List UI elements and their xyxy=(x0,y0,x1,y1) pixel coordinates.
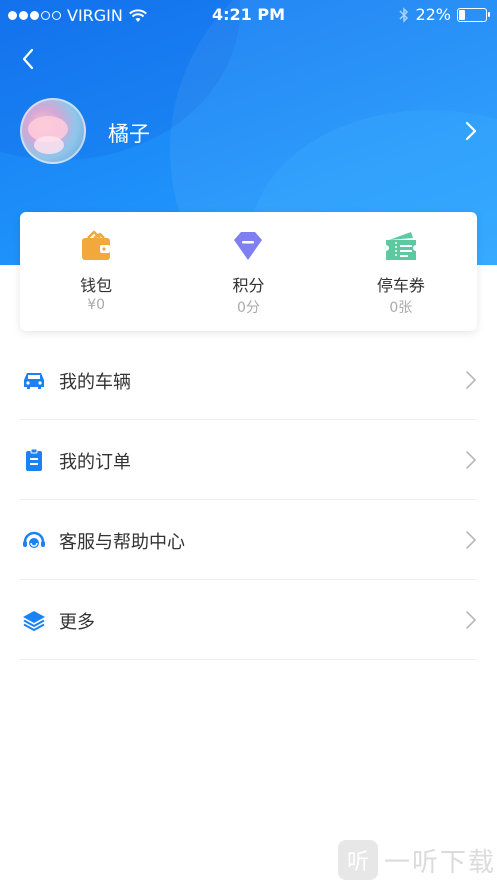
points-label: 积分 xyxy=(232,276,265,295)
menu-item-label: 更多 xyxy=(59,612,95,633)
menu-item-label: 客服与帮助中心 xyxy=(59,532,185,553)
menu-list: 我的车辆 我的订单 客服与帮助中心 更多 xyxy=(20,340,477,660)
profile-row[interactable]: 橘子 xyxy=(0,98,497,168)
assets-card: 钱包 ¥0 积分 0分 停车券 0张 xyxy=(20,212,477,331)
status-bar: VIRGIN 4:21 PM 22% xyxy=(0,0,497,30)
points-value: 0分 xyxy=(237,300,260,316)
wallet-icon xyxy=(82,230,111,260)
watermark: 听 一听下载 xyxy=(338,840,496,880)
chevron-right-icon xyxy=(466,531,476,549)
chevron-right-icon xyxy=(465,121,477,141)
coupons-label: 停车券 xyxy=(376,276,425,295)
avatar[interactable] xyxy=(20,98,86,164)
wallet-value: ¥0 xyxy=(87,297,106,313)
clipboard-icon xyxy=(26,449,42,471)
battery-icon xyxy=(457,7,490,22)
watermark-text: 一听下载 xyxy=(384,847,497,878)
menu-item-label: 我的车辆 xyxy=(59,372,131,393)
chevron-right-icon xyxy=(466,371,476,389)
car-icon xyxy=(24,373,44,389)
coupons-value: 0张 xyxy=(389,300,413,316)
back-button[interactable] xyxy=(14,44,42,74)
wallet-label: 钱包 xyxy=(80,276,113,295)
layers-icon xyxy=(23,611,45,631)
chevron-left-icon xyxy=(22,48,34,70)
headset-icon xyxy=(23,531,45,548)
username: 橘子 xyxy=(108,122,150,146)
chevron-right-icon xyxy=(466,611,476,629)
menu-item-customer-service[interactable]: 客服与帮助中心 xyxy=(20,500,477,580)
menu-item-label: 我的订单 xyxy=(59,452,131,473)
battery-percent: 22% xyxy=(415,5,451,24)
wallet-entry[interactable]: 钱包 ¥0 xyxy=(20,212,172,331)
menu-item-my-vehicles[interactable]: 我的车辆 xyxy=(20,340,477,420)
watermark-logo: 听 xyxy=(338,840,378,880)
ticket-icon xyxy=(385,232,416,260)
points-entry[interactable]: 积分 0分 xyxy=(172,212,324,331)
menu-item-more[interactable]: 更多 xyxy=(20,580,477,660)
chevron-right-icon xyxy=(466,451,476,469)
menu-item-my-orders[interactable]: 我的订单 xyxy=(20,420,477,500)
coupons-entry[interactable]: 停车券 0张 xyxy=(325,212,477,331)
bluetooth-icon xyxy=(399,6,409,23)
diamond-icon xyxy=(234,232,263,260)
